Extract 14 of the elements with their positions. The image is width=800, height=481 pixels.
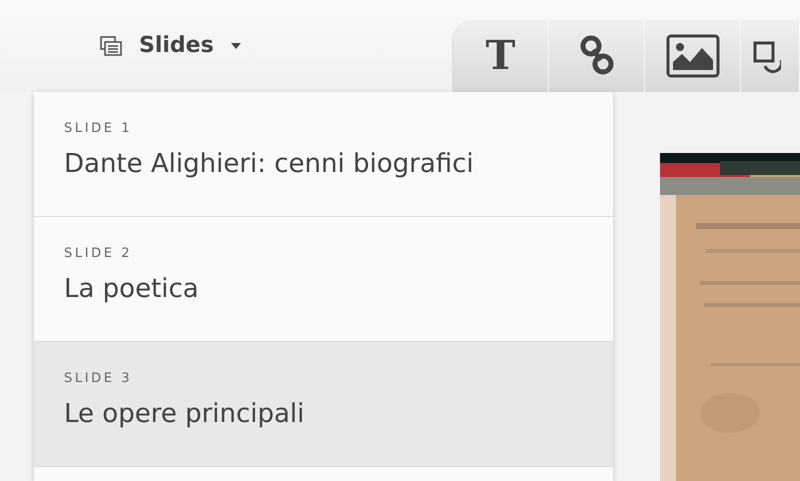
slide-number: SLIDE 2 xyxy=(64,245,134,263)
slide-item[interactable]: SLIDE 1 Dante Alighieri: cenni biografici xyxy=(34,92,613,217)
slide-number: SLIDE 1 xyxy=(64,120,134,138)
slide-title: Le opere principali xyxy=(64,398,306,430)
image-icon xyxy=(666,34,720,78)
slide-item[interactable]: SLIDE 3 Le opere principali xyxy=(34,342,613,467)
slide-title: Dante Alighieri: cenni biografici xyxy=(64,148,475,180)
slide-title: La poetica xyxy=(64,272,200,306)
slides-icon xyxy=(99,34,123,56)
text-tool-icon: T xyxy=(486,36,516,76)
slide-number: SLIDE 3 xyxy=(64,370,134,388)
slide-item[interactable]: SLIDE 2 La poetica xyxy=(34,217,613,342)
caret-icon xyxy=(230,42,242,50)
slides-menu-button[interactable]: Slides xyxy=(95,29,246,62)
